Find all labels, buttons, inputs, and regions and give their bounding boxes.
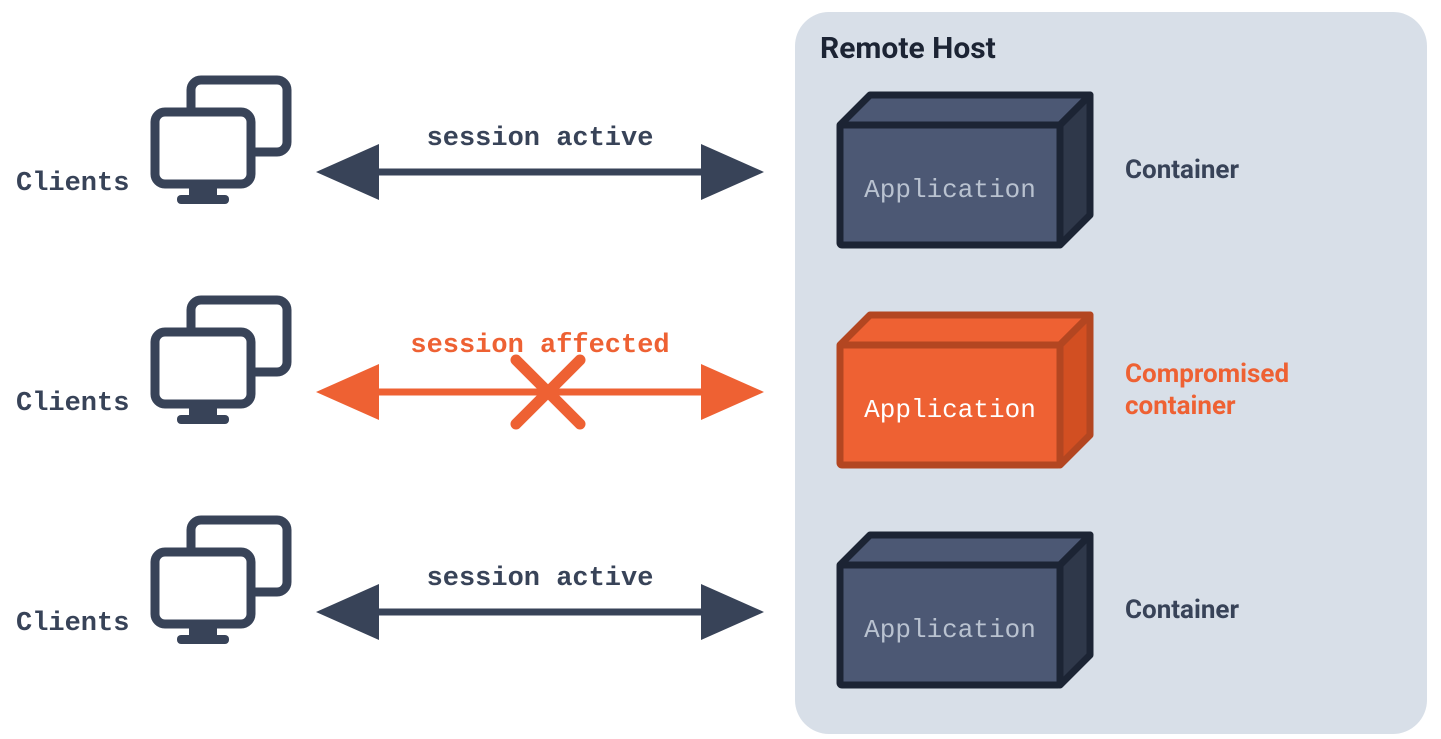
clients-icon bbox=[155, 300, 287, 424]
arrow-label: session affected bbox=[410, 331, 669, 361]
clients-label: Clients bbox=[16, 389, 129, 419]
clients-label: Clients bbox=[16, 609, 129, 639]
container-box-compromised: Application bbox=[840, 315, 1090, 465]
container-app-label: Application bbox=[864, 395, 1036, 425]
arrow-label: session active bbox=[427, 124, 654, 154]
container-label-line1: Compromised bbox=[1125, 359, 1289, 389]
arrow-label: session active bbox=[427, 564, 654, 594]
container-box: Application bbox=[840, 535, 1090, 685]
container-app-label: Application bbox=[864, 175, 1036, 205]
clients-icon bbox=[155, 520, 287, 644]
clients-icon bbox=[155, 80, 287, 204]
container-label: Container bbox=[1125, 155, 1239, 185]
clients-label: Clients bbox=[16, 169, 129, 199]
diagram-root: Remote Host Clients session active Appli… bbox=[0, 0, 1441, 739]
container-box: Application bbox=[840, 95, 1090, 245]
container-label: Container bbox=[1125, 595, 1239, 625]
container-label-line2: container bbox=[1125, 391, 1236, 421]
remote-host-title: Remote Host bbox=[820, 31, 996, 66]
container-app-label: Application bbox=[864, 615, 1036, 645]
